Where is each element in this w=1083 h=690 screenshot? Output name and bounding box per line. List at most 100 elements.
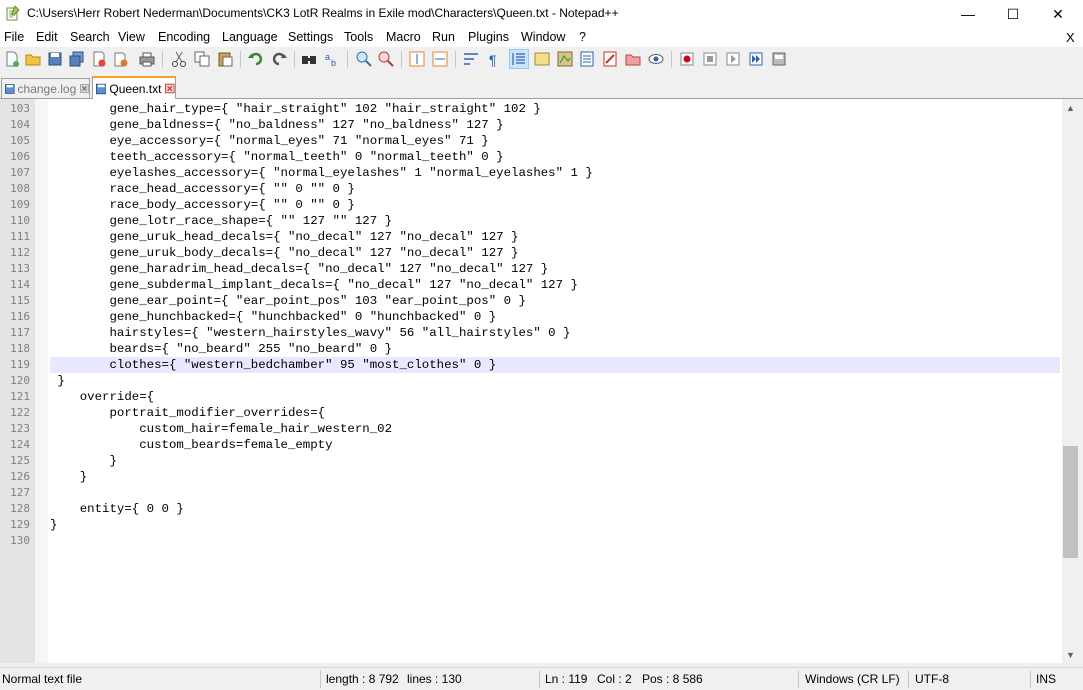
line-text[interactable]: } [50, 373, 1060, 389]
close-document-button[interactable]: X [1066, 30, 1075, 45]
menu-search[interactable]: Search [70, 30, 110, 44]
code-line[interactable]: 108 race_head_accessory={ "" 0 "" 0 } [0, 181, 1062, 197]
line-text[interactable]: gene_subdermal_implant_decals={ "no_deca… [50, 277, 1060, 293]
play-macro-icon[interactable] [724, 50, 742, 68]
code-line[interactable]: 118 beards={ "no_beard" 255 "no_beard" 0… [0, 341, 1062, 357]
line-text[interactable] [50, 485, 1060, 501]
line-text[interactable]: clothes={ "western_bedchamber" 95 "most_… [50, 357, 1060, 373]
undo-icon[interactable] [247, 50, 265, 68]
line-text[interactable]: override={ [50, 389, 1060, 405]
copy-icon[interactable] [193, 50, 211, 68]
menu-edit[interactable]: Edit [36, 30, 58, 44]
folder-as-workspace-icon[interactable] [624, 50, 642, 68]
replace-icon[interactable]: ab [323, 50, 341, 68]
scroll-down-icon[interactable]: ▼ [1062, 646, 1079, 663]
code-line[interactable]: 120 } [0, 373, 1062, 389]
menu-language[interactable]: Language [222, 30, 278, 44]
code-line[interactable]: 116 gene_hunchbacked={ "hunchbacked" 0 "… [0, 309, 1062, 325]
code-line[interactable]: 125 } [0, 453, 1062, 469]
line-text[interactable]: gene_lotr_race_shape={ "" 127 "" 127 } [50, 213, 1060, 229]
sync-horizontal-icon[interactable] [431, 50, 449, 68]
code-line[interactable]: 124 custom_beards=female_empty [0, 437, 1062, 453]
code-line[interactable]: 105 eye_accessory={ "normal_eyes" 71 "no… [0, 133, 1062, 149]
folder-workspace-icon[interactable] [601, 50, 619, 68]
paste-icon[interactable] [216, 50, 234, 68]
code-line[interactable]: 130 [0, 533, 1062, 549]
scroll-up-icon[interactable]: ▲ [1062, 99, 1079, 116]
code-line[interactable]: 122 portrait_modifier_overrides={ [0, 405, 1062, 421]
line-text[interactable]: custom_beards=female_empty [50, 437, 1060, 453]
line-text[interactable]: eye_accessory={ "normal_eyes" 71 "normal… [50, 133, 1060, 149]
word-wrap-icon[interactable] [462, 50, 480, 68]
code-line[interactable]: 128 entity={ 0 0 } [0, 501, 1062, 517]
menu-macro[interactable]: Macro [386, 30, 421, 44]
code-line[interactable]: 129} [0, 517, 1062, 533]
minimize-button[interactable]: — [945, 0, 991, 28]
line-text[interactable]: race_body_accessory={ "" 0 "" 0 } [50, 197, 1060, 213]
menu-encoding[interactable]: Encoding [158, 30, 210, 44]
code-line[interactable]: 123 custom_hair=female_hair_western_02 [0, 421, 1062, 437]
line-text[interactable]: gene_baldness={ "no_baldness" 127 "no_ba… [50, 117, 1060, 133]
line-text[interactable]: custom_hair=female_hair_western_02 [50, 421, 1060, 437]
code-line[interactable]: 104 gene_baldness={ "no_baldness" 127 "n… [0, 117, 1062, 133]
save-macro-icon[interactable] [770, 50, 788, 68]
line-text[interactable]: race_head_accessory={ "" 0 "" 0 } [50, 181, 1060, 197]
show-all-chars-icon[interactable]: ¶ [485, 50, 503, 68]
line-text[interactable]: gene_uruk_body_decals={ "no_decal" 127 "… [50, 245, 1060, 261]
code-line[interactable]: 127 [0, 485, 1062, 501]
stop-record-icon[interactable] [701, 50, 719, 68]
tab-change-log[interactable]: change.log [1, 78, 90, 98]
menu-plugins[interactable]: Plugins [468, 30, 509, 44]
code-line[interactable]: 103 gene_hair_type={ "hair_straight" 102… [0, 101, 1062, 117]
scrollbar-thumb[interactable] [1063, 446, 1078, 558]
run-macro-multiple-icon[interactable] [747, 50, 765, 68]
code-line[interactable]: 111 gene_uruk_head_decals={ "no_decal" 1… [0, 229, 1062, 245]
function-list-icon[interactable] [578, 50, 596, 68]
save-icon[interactable] [46, 50, 64, 68]
close-window-button[interactable]: ✕ [1035, 0, 1081, 28]
sync-vertical-icon[interactable] [408, 50, 426, 68]
menu-view[interactable]: View [118, 30, 145, 44]
menu-help[interactable]: ? [579, 30, 586, 44]
new-file-icon[interactable] [3, 50, 21, 68]
line-text[interactable]: gene_uruk_head_decals={ "no_decal" 127 "… [50, 229, 1060, 245]
line-text[interactable]: hairstyles={ "western_hairstyles_wavy" 5… [50, 325, 1060, 341]
line-text[interactable]: gene_haradrim_head_decals={ "no_decal" 1… [50, 261, 1060, 277]
line-text[interactable]: entity={ 0 0 } [50, 501, 1060, 517]
line-text[interactable]: portrait_modifier_overrides={ [50, 405, 1060, 421]
menu-file[interactable]: File [4, 30, 24, 44]
line-text[interactable]: gene_hair_type={ "hair_straight" 102 "ha… [50, 101, 1060, 117]
code-line[interactable]: 109 race_body_accessory={ "" 0 "" 0 } [0, 197, 1062, 213]
code-line[interactable]: 113 gene_haradrim_head_decals={ "no_deca… [0, 261, 1062, 277]
monitoring-icon[interactable] [647, 50, 665, 68]
line-text[interactable]: } [50, 517, 1060, 533]
redo-icon[interactable] [270, 50, 288, 68]
close-icon[interactable] [165, 83, 175, 94]
zoom-in-icon[interactable] [355, 50, 373, 68]
line-text[interactable]: eyelashes_accessory={ "normal_eyelashes"… [50, 165, 1060, 181]
code-line[interactable]: 117 hairstyles={ "western_hairstyles_wav… [0, 325, 1062, 341]
code-line[interactable]: 121 override={ [0, 389, 1062, 405]
open-file-icon[interactable] [24, 50, 42, 68]
save-all-icon[interactable] [68, 50, 86, 68]
record-macro-icon[interactable] [678, 50, 696, 68]
line-text[interactable]: } [50, 453, 1060, 469]
tab-queen-txt[interactable]: Queen.txt [92, 76, 176, 99]
menu-run[interactable]: Run [432, 30, 455, 44]
zoom-out-icon[interactable] [377, 50, 395, 68]
menu-window[interactable]: Window [521, 30, 565, 44]
code-line[interactable]: 119 clothes={ "western_bedchamber" 95 "m… [0, 357, 1062, 373]
line-text[interactable]: } [50, 469, 1060, 485]
find-icon[interactable] [300, 50, 318, 68]
code-line[interactable]: 107 eyelashes_accessory={ "normal_eyelas… [0, 165, 1062, 181]
line-text[interactable]: gene_hunchbacked={ "hunchbacked" 0 "hunc… [50, 309, 1060, 325]
cut-icon[interactable] [170, 50, 188, 68]
maximize-button[interactable]: ☐ [990, 0, 1036, 28]
menu-tools[interactable]: Tools [344, 30, 373, 44]
line-text[interactable]: gene_ear_point={ "ear_point_pos" 103 "ea… [50, 293, 1060, 309]
udl-icon[interactable] [533, 50, 551, 68]
close-all-icon[interactable] [112, 50, 130, 68]
print-icon[interactable] [138, 50, 156, 68]
close-file-icon[interactable] [90, 50, 108, 68]
code-line[interactable]: 115 gene_ear_point={ "ear_point_pos" 103… [0, 293, 1062, 309]
